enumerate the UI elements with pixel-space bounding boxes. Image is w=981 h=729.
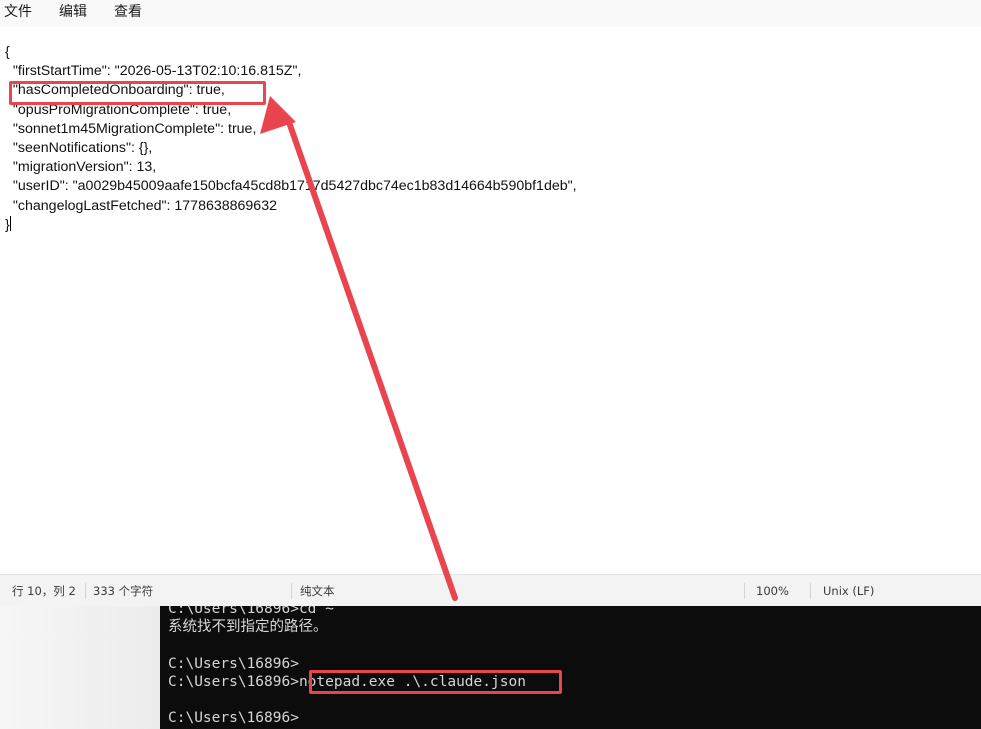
status-line-ending[interactable]: Unix (LF) xyxy=(823,584,874,598)
console-line: C:\Users\16896>cd ~ xyxy=(168,606,334,617)
notepad-window: 文件 编辑 查看 { "firstStartTime": "2026-05-13… xyxy=(0,0,981,606)
console-line: C:\Users\16896> xyxy=(168,710,299,727)
menu-edit[interactable]: 编辑 xyxy=(59,3,87,21)
editor-line: "firstStartTime": "2026-05-13T02:10:16.8… xyxy=(5,63,302,80)
status-zoom[interactable]: 100% xyxy=(756,584,789,598)
status-divider xyxy=(85,583,86,599)
status-divider xyxy=(810,583,811,599)
console-line: C:\Users\16896>notepad.exe .\.claude.jso… xyxy=(168,673,526,690)
editor-line: "opusProMigrationComplete": true, xyxy=(5,101,232,118)
editor-line: "seenNotifications": {}, xyxy=(5,139,153,156)
status-cursor-position[interactable]: 行 10，列 2 xyxy=(12,584,76,598)
console-line: 系统找不到指定的路径。 xyxy=(168,619,328,636)
editor-line: "migrationVersion": 13, xyxy=(5,159,157,176)
menu-view[interactable]: 查看 xyxy=(114,3,142,21)
console-output: C:\Users\16896>cd ~ 系统找不到指定的路径。 C:\Users… xyxy=(168,606,526,727)
text-caret xyxy=(9,215,11,231)
editor-line: { xyxy=(5,44,10,60)
status-bar: 行 10，列 2 333 个字符 纯文本 100% Unix (LF) xyxy=(0,574,981,606)
console-window[interactable]: C:\Users\16896>cd ~ 系统找不到指定的路径。 C:\Users… xyxy=(160,606,981,729)
editor-text[interactable]: { "firstStartTime": "2026-05-13T02:10:16… xyxy=(5,43,965,235)
menu-bar: 文件 编辑 查看 xyxy=(0,0,981,27)
status-char-count: 333 个字符 xyxy=(93,584,154,598)
menu-file[interactable]: 文件 xyxy=(4,3,32,21)
status-divider xyxy=(744,583,745,599)
editor-line: "changelogLastFetched": 1778638869632 xyxy=(5,197,277,214)
editor-line: "sonnet1m45MigrationComplete": true, xyxy=(5,120,257,137)
desktop-background xyxy=(0,606,160,729)
console-line: C:\Users\16896> xyxy=(168,655,299,672)
editor-line: "userID": "a0029b45009aafe150bcfa45cd8b1… xyxy=(5,178,577,195)
editor-line-last: } xyxy=(5,215,965,235)
editor-line: "hasCompletedOnboarding": true, xyxy=(5,82,225,99)
status-divider xyxy=(291,583,292,599)
status-format[interactable]: 纯文本 xyxy=(300,584,335,598)
text-editor[interactable]: { "firstStartTime": "2026-05-13T02:10:16… xyxy=(0,27,981,574)
